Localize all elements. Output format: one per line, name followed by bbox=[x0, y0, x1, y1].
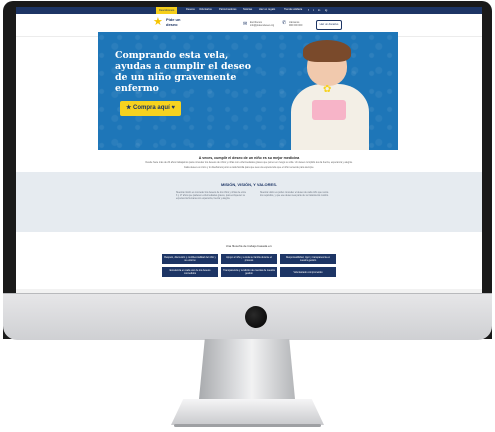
candle-flower-icon: ✿ bbox=[323, 84, 332, 95]
nav-item-voluntarios[interactable]: Voluntarios bbox=[199, 8, 212, 11]
nav-item-descubrenos[interactable]: Descúbrenos bbox=[156, 7, 178, 14]
hero-banner: Comprando esta vela, ayudas a cumplir el… bbox=[98, 32, 398, 150]
value-button-1[interactable]: Respeto, discreción y confidencialidad d… bbox=[162, 254, 218, 264]
phone-icon: ✆ bbox=[282, 20, 287, 26]
nav-item-patrocinadores[interactable]: Patrocinadores bbox=[219, 8, 236, 11]
monitor-chin bbox=[3, 293, 492, 340]
camera-icon bbox=[245, 306, 267, 328]
value-button-3[interactable]: Responsabilidad, rigor y transparencia e… bbox=[280, 254, 336, 264]
site-logo[interactable]: Pide un deseo bbox=[166, 17, 180, 27]
logo-line-2: deseo bbox=[166, 21, 178, 27]
mission-column: Nuestra misión es conceder los deseos de… bbox=[176, 192, 246, 201]
browser-viewport: Descúbrenos Deseos Voluntarios Patrocina… bbox=[16, 7, 482, 293]
mvv-heading: MISIÓN, VISIÓN, Y VALORES. bbox=[220, 182, 277, 187]
star-logo-icon[interactable]: ★ bbox=[153, 17, 163, 28]
mission-paragraph-1: Desde hace más de 20 años trabajamos par… bbox=[145, 161, 353, 164]
mission-vision-values-section: MISIÓN, VISIÓN, Y VALORES. Nuestra misió… bbox=[16, 172, 482, 232]
email-contact[interactable]: Escríbenos info@pideundeseo.org bbox=[250, 21, 274, 27]
twitter-icon[interactable]: t bbox=[313, 8, 314, 12]
nav-item-noticias[interactable]: Noticias bbox=[243, 8, 252, 11]
mission-paragraph-2: Cada deseo es único y lo diseñamos junto… bbox=[183, 166, 315, 169]
value-button-4[interactable]: Excelencia en cada uno de los deseos con… bbox=[162, 267, 218, 277]
hero-child-photo: ✿ bbox=[286, 40, 374, 150]
value-button-6[interactable]: Voluntariado comprometido bbox=[280, 267, 336, 277]
facebook-icon[interactable]: f bbox=[308, 8, 309, 12]
cake-shape bbox=[312, 100, 346, 120]
hero-title: Comprando esta vela, ayudas a cumplir el… bbox=[115, 50, 251, 94]
monitor-stand-neck bbox=[199, 339, 295, 399]
stand-shadow bbox=[174, 424, 321, 427]
phone-value: 900 000 000 bbox=[289, 24, 303, 27]
vision-column: Nuestra visión es poder conceder el dese… bbox=[260, 192, 329, 198]
buy-here-button[interactable]: ★ Compra aquí ♥ bbox=[120, 101, 181, 116]
phone-contact[interactable]: Llámanos 900 000 000 bbox=[289, 21, 302, 27]
linkedin-icon[interactable]: in bbox=[318, 8, 320, 12]
donate-button[interactable]: Haz un donativo bbox=[316, 20, 342, 30]
value-button-5[interactable]: Transparencia y rendición de cuentas de … bbox=[221, 267, 277, 277]
value-button-2[interactable]: Apoyo al niño y a toda su familia durant… bbox=[221, 254, 277, 264]
top-navigation-bar: Descúbrenos Deseos Voluntarios Patrocina… bbox=[16, 7, 482, 14]
nav-item-regalo[interactable]: Haz un regalo bbox=[259, 8, 275, 11]
email-value: info@pideundeseo.org bbox=[250, 24, 275, 27]
monitor-frame: Descúbrenos Deseos Voluntarios Patrocina… bbox=[3, 1, 492, 339]
child-hair bbox=[303, 40, 351, 62]
values-heading: Una filosofía de trabajo basada en: bbox=[225, 244, 273, 248]
instagram-icon[interactable]: ig bbox=[325, 8, 327, 12]
mission-heading: A veces, cumplir el deseo de un niño es … bbox=[198, 156, 300, 160]
nav-item-deseos[interactable]: Deseos bbox=[186, 8, 195, 11]
mail-icon: ✉ bbox=[243, 21, 248, 27]
monitor-stand-base bbox=[171, 399, 324, 425]
nav-item-tienda[interactable]: Tienda solidaria bbox=[284, 8, 302, 11]
